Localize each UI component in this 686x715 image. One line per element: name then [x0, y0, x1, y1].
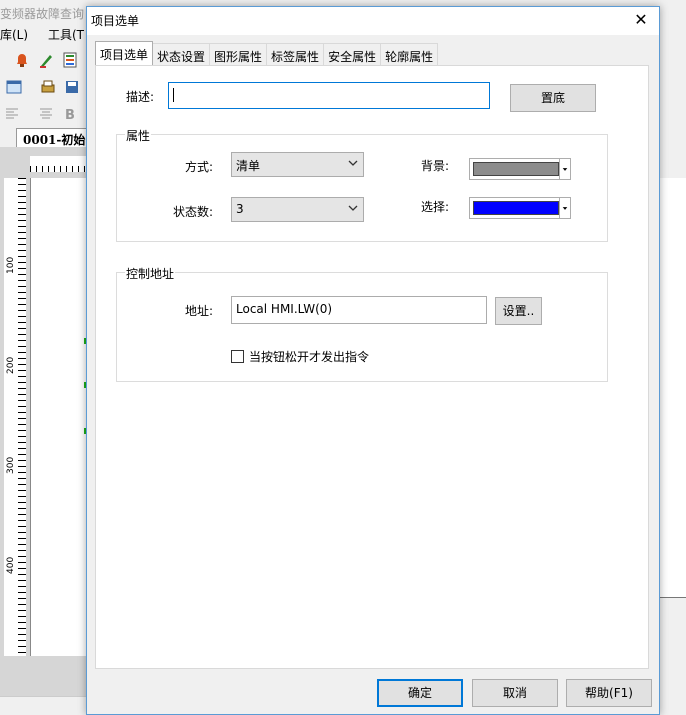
save-icon[interactable] — [64, 79, 80, 95]
background-color-swatch — [473, 162, 559, 176]
states-select[interactable]: 3 — [231, 197, 364, 222]
mode-label: 方式: — [184, 160, 213, 174]
states-value: 3 — [236, 202, 244, 216]
horizontal-scrollbar[interactable] — [0, 696, 88, 715]
properties-group: 属性 方式: 清单 状态数: 3 背景: 选择: — [116, 127, 608, 242]
description-input[interactable] — [168, 82, 490, 109]
address-settings-button[interactable]: 设置.. — [495, 297, 542, 325]
tab-state-settings[interactable]: 状态设置 — [152, 43, 211, 65]
ok-button[interactable]: 确定 — [377, 679, 463, 707]
list-icon[interactable] — [62, 52, 78, 68]
dropdown-arrow-icon — [559, 159, 568, 179]
states-label: 状态数: — [172, 205, 213, 219]
send-to-bottom-button[interactable]: 置底 — [510, 84, 596, 112]
bell-icon[interactable] — [14, 52, 30, 68]
selection-color-swatch — [473, 201, 559, 215]
tab-outline-properties[interactable]: 轮廓属性 — [380, 43, 439, 65]
send-on-release-checkbox[interactable] — [231, 350, 244, 363]
tab-panel: 描述: 置底 属性 方式: 清单 状态数: 3 背景: 选择: 控制地址 地址:… — [95, 65, 649, 669]
tab-label-properties[interactable]: 标签属性 — [266, 43, 325, 65]
description-label: 描述: — [126, 90, 155, 104]
align-center-icon[interactable] — [38, 106, 54, 122]
selection-color-picker[interactable] — [469, 197, 571, 219]
text-caret — [173, 88, 174, 102]
ruler-mark: 300 — [6, 456, 16, 474]
background-color-label: 背景: — [420, 159, 449, 173]
dialog-titlebar[interactable]: 项目选单 ✕ — [87, 7, 659, 35]
item-list-dialog: 项目选单 ✕ 项目选单 状态设置 图形属性 标签属性 安全属性 轮廓属性 描述:… — [86, 6, 660, 715]
address-field[interactable]: Local HMI.LW(0) — [231, 296, 487, 324]
chevron-down-icon — [348, 205, 358, 211]
pen-icon[interactable] — [38, 52, 54, 68]
document-tab[interactable]: 0001-初始 — [16, 128, 88, 148]
control-address-group: 控制地址 地址: Local HMI.LW(0) 设置.. 当按钮松开才发出指令 — [116, 265, 608, 382]
mode-value: 清单 — [236, 159, 261, 173]
address-label: 地址: — [184, 304, 213, 318]
chevron-down-icon — [348, 160, 358, 166]
right-canvas — [658, 178, 686, 598]
window-icon[interactable] — [6, 79, 22, 95]
menu-library[interactable]: 库(L) — [0, 26, 28, 43]
selection-color-label: 选择: — [420, 200, 449, 214]
send-on-release-label: 当按钮松开才发出指令 — [249, 350, 370, 364]
menu-tools[interactable]: 工具(T — [48, 26, 84, 43]
app-title: 变频器故障查询 — [0, 7, 85, 21]
align-left-icon[interactable] — [4, 106, 20, 122]
ruler-mark: 200 — [6, 356, 16, 374]
horizontal-ruler — [30, 156, 88, 172]
control-address-group-label: 控制地址 — [125, 265, 176, 282]
vertical-ruler: 100 200 300 400 — [4, 178, 26, 656]
mode-select[interactable]: 清单 — [231, 152, 364, 177]
hmi-screen — [30, 178, 88, 656]
dropdown-arrow-icon — [559, 198, 568, 218]
tab-security-properties[interactable]: 安全属性 — [323, 43, 382, 65]
help-button[interactable]: 帮助(F1) — [566, 679, 652, 707]
svg-text:B: B — [65, 108, 75, 122]
properties-group-label: 属性 — [125, 127, 152, 144]
cancel-button[interactable]: 取消 — [472, 679, 558, 707]
print-icon[interactable] — [40, 79, 56, 95]
tab-strip: 项目选单 状态设置 图形属性 标签属性 安全属性 轮廓属性 — [95, 41, 439, 65]
address-value: Local HMI.LW(0) — [236, 302, 333, 316]
close-icon[interactable]: ✕ — [623, 7, 659, 35]
background-color-picker[interactable] — [469, 158, 571, 180]
tab-graphic-properties[interactable]: 图形属性 — [209, 43, 268, 65]
bold-icon[interactable]: B — [62, 106, 78, 122]
tab-item-list[interactable]: 项目选单 — [95, 41, 154, 65]
ruler-mark: 400 — [6, 556, 16, 574]
ruler-mark: 100 — [6, 256, 16, 274]
dialog-title: 项目选单 — [91, 14, 140, 28]
